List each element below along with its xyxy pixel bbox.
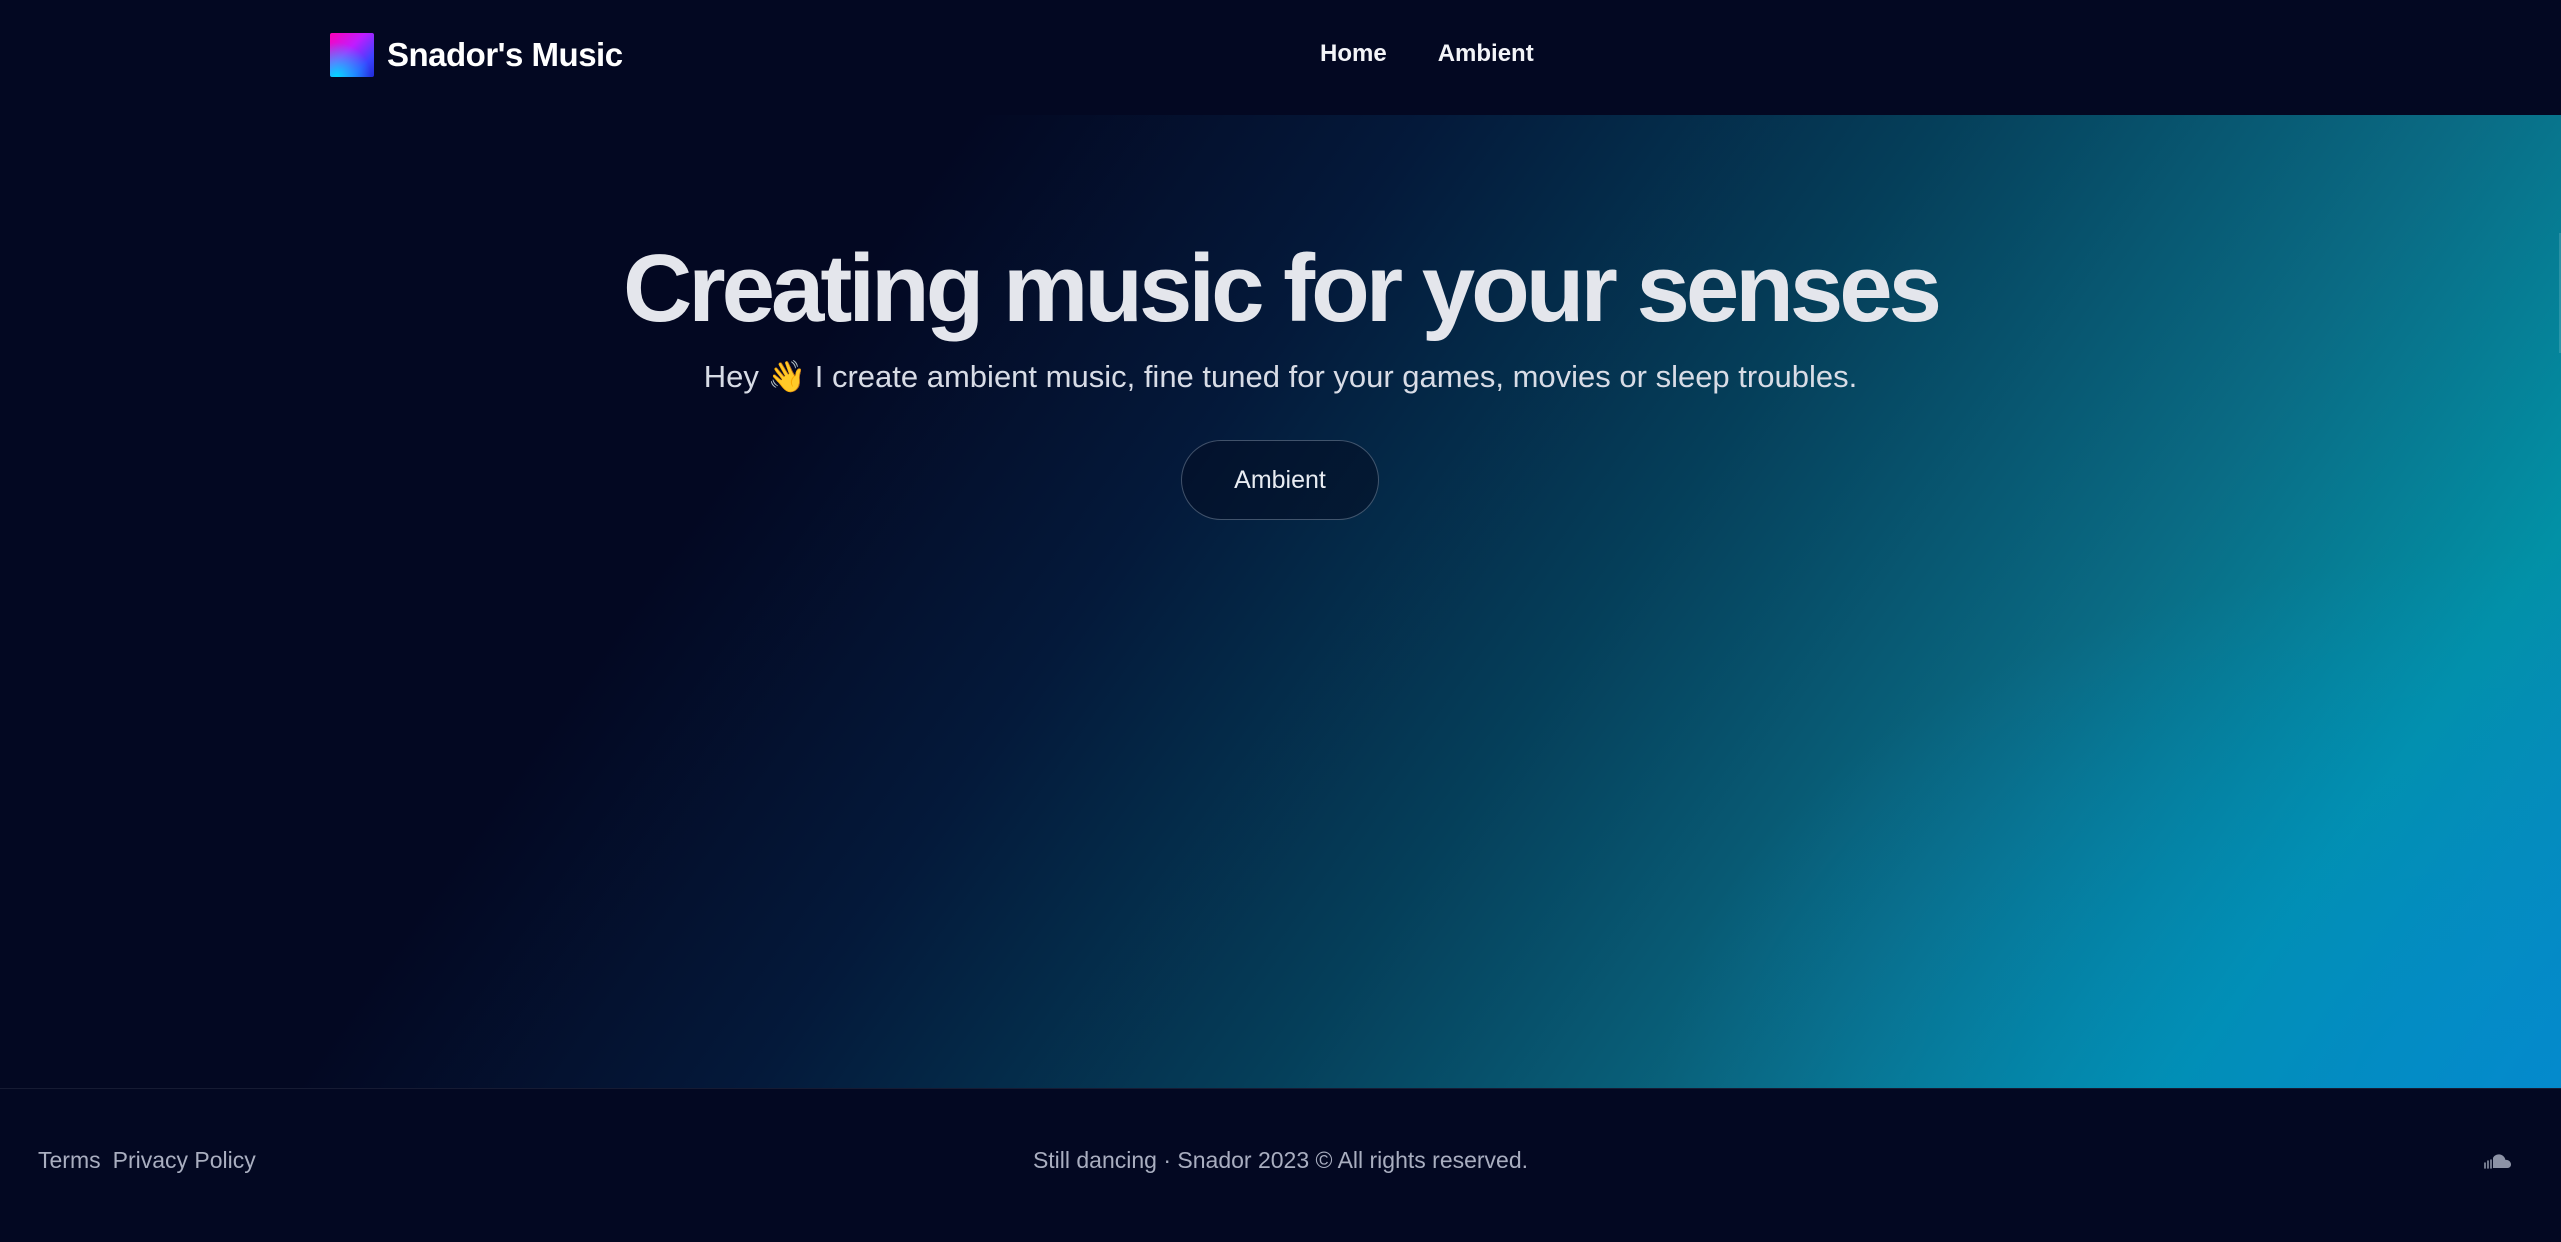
site-footer: Terms Privacy Policy Still dancing · Sna…	[0, 1088, 2561, 1242]
main-nav: Home Ambient	[1320, 38, 1534, 70]
hero-title: Creating music for your senses	[622, 235, 1942, 342]
soundcloud-icon-glyph	[2484, 1154, 2511, 1169]
brand-logo-icon	[330, 33, 374, 77]
brand-home-link[interactable]: Snador's Music	[330, 33, 623, 77]
hero-section: Creating music for your senses Hey 👋 I c…	[0, 115, 2561, 1088]
nav-home-link[interactable]: Home	[1320, 38, 1387, 70]
site-header: Snador's Music Home Ambient	[0, 0, 2561, 115]
copyright-text: Still dancing · Snador 2023 © All rights…	[1032, 1147, 1529, 1173]
nav-ambient-link[interactable]: Ambient	[1438, 38, 1534, 70]
ambient-button[interactable]: Ambient	[1181, 440, 1379, 520]
soundcloud-icon[interactable]	[2481, 1146, 2513, 1176]
brand-name: Snador's Music	[387, 36, 623, 73]
hero-subtitle: Hey 👋 I create ambient music, fine tuned…	[703, 359, 1858, 394]
